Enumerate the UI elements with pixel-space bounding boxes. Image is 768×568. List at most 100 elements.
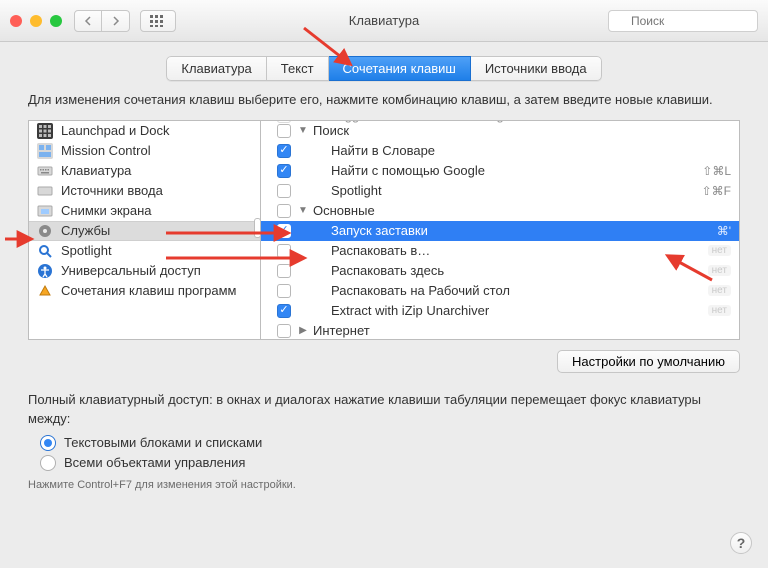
category-label: Клавиатура [61,163,131,178]
checkbox[interactable] [277,144,291,158]
category-list[interactable]: Launchpad и Dock Mission Control Клавиатур… [28,120,260,340]
service-item[interactable]: ▼Запуск заставки⌘' [261,221,739,241]
spotlight-icon [37,243,53,259]
restore-row: Настройки по умолчанию [28,340,740,391]
service-label: Распаковать в… [309,243,702,258]
checkbox[interactable] [277,244,291,258]
titlebar: Клавиатура [0,0,768,42]
category-label: Launchpad и Dock [61,123,169,138]
zoom-window-button[interactable] [50,15,62,27]
category-accessibility[interactable]: Универсальный доступ [29,261,260,281]
checkbox[interactable] [277,324,291,338]
back-button[interactable] [74,10,102,32]
service-item[interactable]: ▼Toggle Instruments Recording [261,120,739,121]
appshort-icon [37,283,53,299]
disclosure-triangle-icon[interactable]: ▶ [297,325,309,336]
window-controls [10,15,62,27]
service-group[interactable]: ▼Основные [261,201,739,221]
keyboard-icon [37,163,53,179]
category-spotlight[interactable]: Spotlight [29,241,260,261]
tab-0[interactable]: Клавиатура [166,56,266,81]
radio-label: Текстовыми блоками и списками [64,435,262,450]
shortcut-label: ⌘' [717,224,731,238]
keyboard-access-text: Полный клавиатурный доступ: в окнах и ди… [28,391,740,429]
tabs: КлавиатураТекстСочетания клавишИсточники… [0,42,768,91]
category-label: Spotlight [61,243,112,258]
show-all-button[interactable] [140,10,176,32]
screenshot-icon [37,203,53,219]
service-label: Найти в Словаре [309,143,731,158]
checkbox[interactable] [277,284,291,298]
category-label: Mission Control [61,143,151,158]
checkbox[interactable] [277,184,291,198]
forward-button[interactable] [102,10,130,32]
category-mission[interactable]: Mission Control [29,141,260,161]
gear-icon [37,223,53,239]
panes: Launchpad и Dock Mission Control Клавиатур… [28,120,740,340]
input-icon [37,183,53,199]
service-item[interactable]: ▼Распаковать в…нет [261,241,739,261]
restore-defaults-button[interactable]: Настройки по умолчанию [557,350,740,373]
keyboard-access-hint: Нажмите Control+F7 для изменения этой на… [28,479,740,491]
category-appshort[interactable]: Сочетания клавиш программ [29,281,260,301]
service-group[interactable]: ▶Интернет [261,321,739,340]
category-keyboard[interactable]: Клавиатура [29,161,260,181]
checkbox[interactable] [277,304,291,318]
body: Для изменения сочетания клавиш выберите … [0,91,768,501]
category-label: Службы [61,223,110,238]
no-shortcut-badge: нет [708,285,731,296]
search-wrap [608,10,758,32]
category-input[interactable]: Источники ввода [29,181,260,201]
tab-3[interactable]: Источники ввода [471,56,602,81]
category-launchpad[interactable]: Launchpad и Dock [29,121,260,141]
service-label: Запуск заставки [309,223,711,238]
checkbox[interactable] [277,124,291,138]
service-item[interactable]: ▼Extract with iZip Unarchiverнет [261,301,739,321]
service-item[interactable]: ▼Распаковать здесьнет [261,261,739,281]
service-item[interactable]: ▼Spotlight⇧⌘F [261,181,739,201]
service-label: Интернет [309,323,731,338]
service-label: Основные [309,203,731,218]
close-window-button[interactable] [10,15,22,27]
shortcut-label: ⇧⌘L [702,164,731,178]
disclosure-triangle-icon[interactable]: ▼ [297,205,309,216]
checkbox[interactable] [277,264,291,278]
service-label: Распаковать на Рабочий стол [309,283,702,298]
checkbox[interactable] [277,204,291,218]
preferences-window: Клавиатура КлавиатураТекстСочетания клав… [0,0,768,568]
no-shortcut-badge: нет [708,305,731,316]
radio-button[interactable] [40,455,56,471]
category-screenshot[interactable]: Снимки экрана [29,201,260,221]
service-item[interactable]: ▼Найти с помощью Google⇧⌘L [261,161,739,181]
minimize-window-button[interactable] [30,15,42,27]
instruction-text: Для изменения сочетания клавиш выберите … [28,91,740,110]
radio-button[interactable] [40,435,56,451]
disclosure-triangle-icon[interactable]: ▼ [297,125,309,136]
keyboard-access-radios: Текстовыми блоками и списками Всеми объек… [28,429,740,475]
service-group[interactable]: ▼Поиск [261,121,739,141]
checkbox[interactable] [277,164,291,178]
category-label: Универсальный доступ [61,263,201,278]
service-label: Spotlight [309,183,696,198]
tab-2[interactable]: Сочетания клавиш [329,56,471,81]
checkbox[interactable] [277,224,291,238]
radio-option-1[interactable]: Всеми объектами управления [40,455,740,471]
service-item[interactable]: ▼Распаковать на Рабочий столнет [261,281,739,301]
service-label: Extract with iZip Unarchiver [309,303,702,318]
services-list[interactable]: ▼Toggle Instruments Recording▼Поиск▼Найт… [260,120,740,340]
search-input[interactable] [608,10,758,32]
help-button[interactable]: ? [730,532,752,554]
category-gear[interactable]: Службы [29,221,260,241]
category-label: Сочетания клавиш программ [61,283,236,298]
shortcut-label: ⇧⌘F [702,184,731,198]
accessibility-icon [37,263,53,279]
service-item[interactable]: ▼Найти в Словаре [261,141,739,161]
category-label: Источники ввода [61,183,163,198]
checkbox[interactable] [277,120,291,123]
tab-1[interactable]: Текст [267,56,329,81]
launchpad-icon [37,123,53,139]
service-label: Распаковать здесь [309,263,702,278]
mission-icon [37,143,53,159]
nav-buttons [74,10,130,32]
radio-option-0[interactable]: Текстовыми блоками и списками [40,435,740,451]
